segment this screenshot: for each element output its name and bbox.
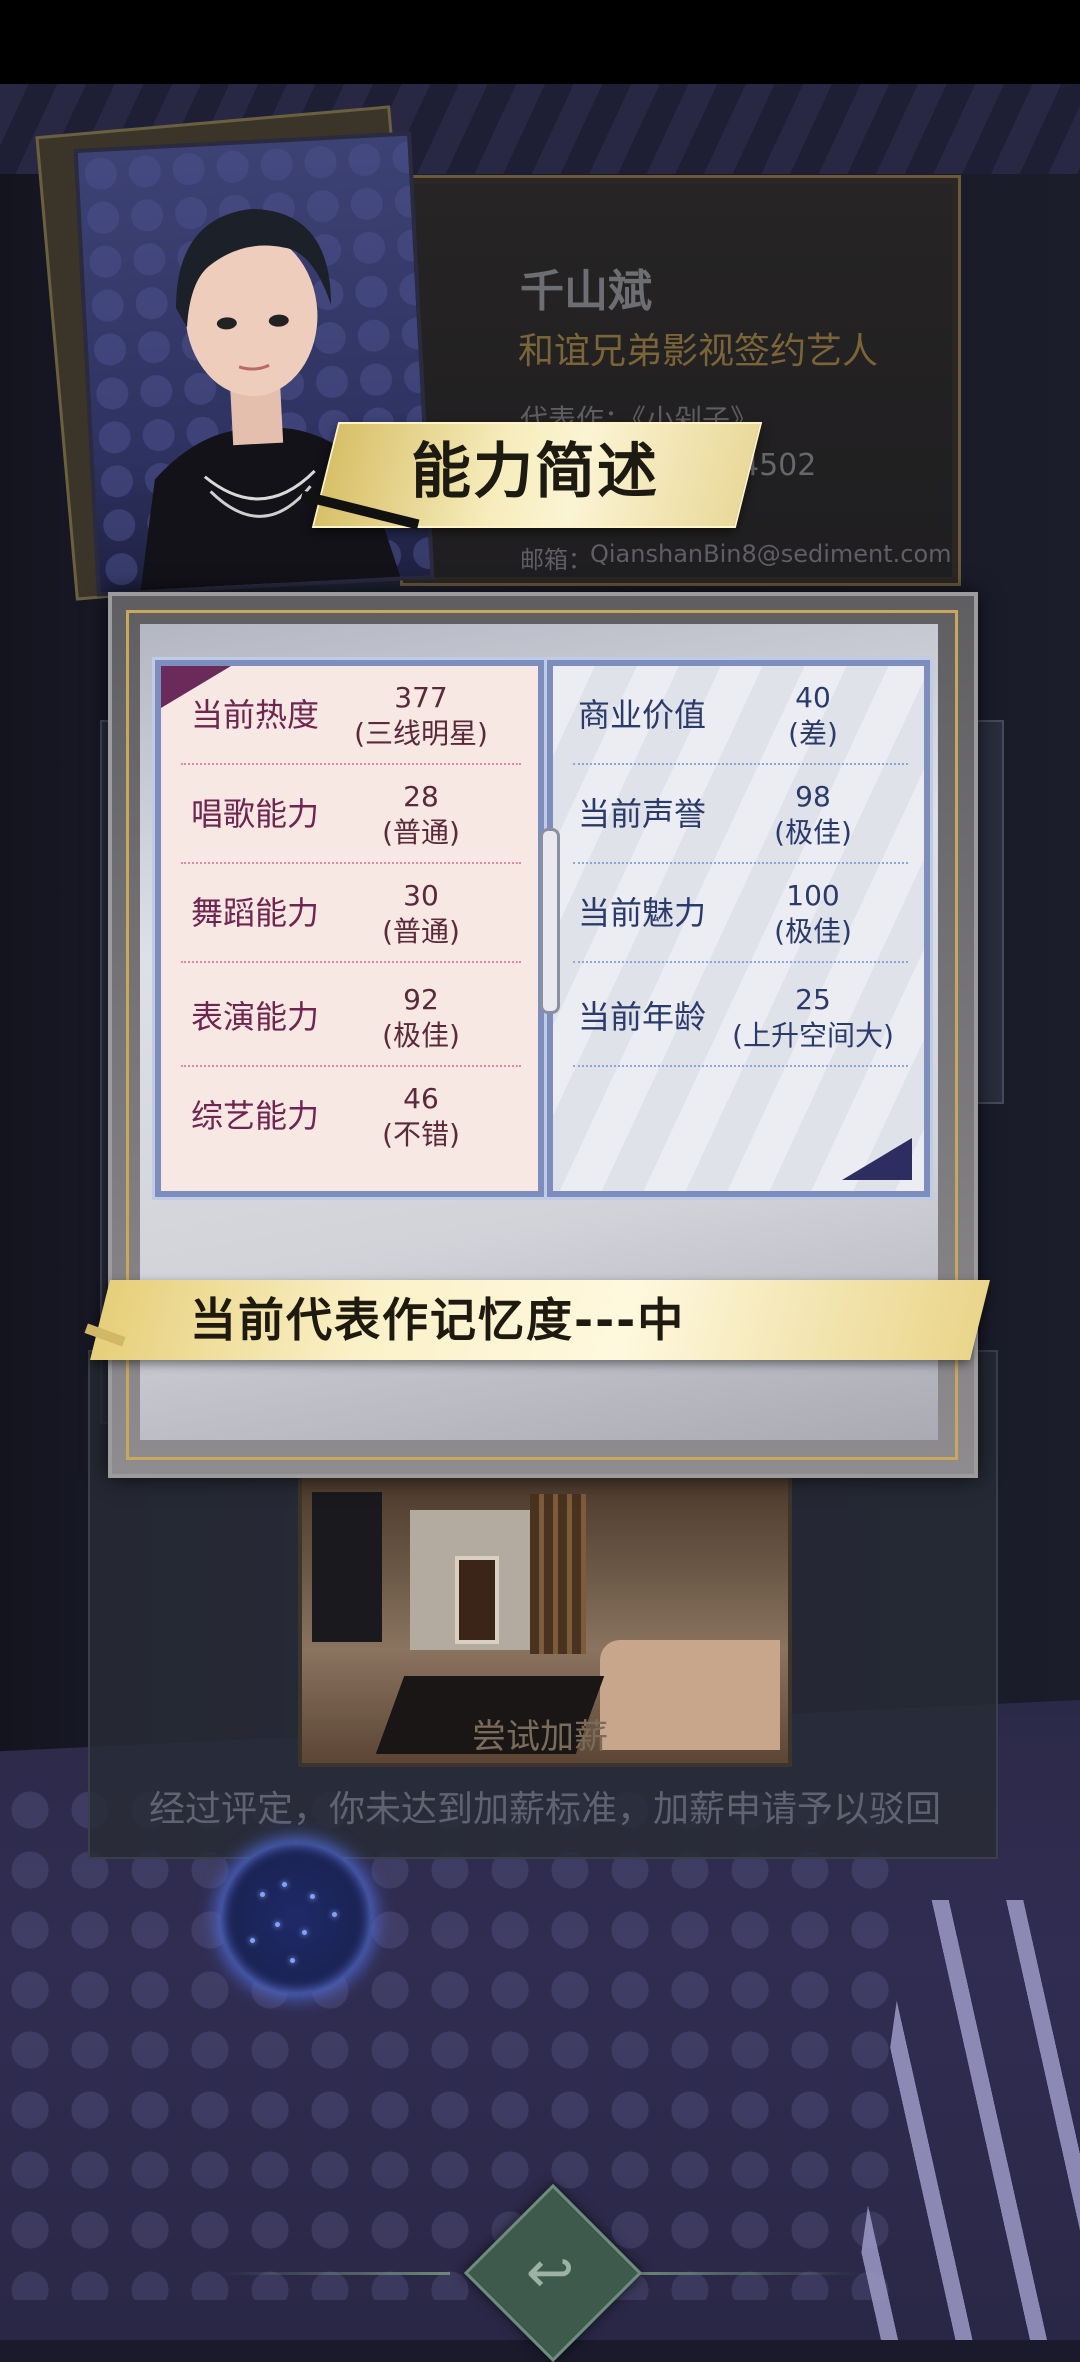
orb-sparkle xyxy=(275,1922,280,1927)
stat-grade: (差) xyxy=(788,717,838,750)
stat-label: 舞蹈能力 xyxy=(191,894,320,932)
stat-value-block: 40 (差) xyxy=(713,680,913,752)
back-arrow-icon[interactable]: ↩ xyxy=(510,2232,590,2312)
stats-right-corner-ornament xyxy=(842,1138,912,1180)
orb-sparkle xyxy=(290,1958,295,1963)
row-divider xyxy=(573,961,908,963)
stat-grade: (三线明星) xyxy=(354,717,488,750)
scene-wood-panels xyxy=(530,1494,586,1654)
row-divider xyxy=(573,1065,908,1067)
stat-value-block: 28 (普通) xyxy=(331,779,511,851)
profile-name: 千山斌 xyxy=(520,266,652,317)
stat-row: 当前声誉 98 (极佳) xyxy=(553,765,924,864)
try-raise-button[interactable]: 尝试加薪 xyxy=(440,1712,640,1762)
stat-value-block: 46 (不错) xyxy=(331,1081,511,1153)
stat-value-block: 25 (上升空间大) xyxy=(713,982,913,1054)
stat-grade: (不错) xyxy=(382,1118,460,1151)
stat-label: 商业价值 xyxy=(578,696,707,734)
orb-sparkle xyxy=(302,1930,307,1935)
stat-grade: (极佳) xyxy=(382,1019,460,1052)
section-title: 能力简述 xyxy=(411,437,659,507)
scene-door xyxy=(455,1556,499,1644)
stat-grade: (普通) xyxy=(382,816,460,849)
stat-value: 25 xyxy=(795,983,831,1016)
stat-grade: (普通) xyxy=(382,915,460,948)
stat-value: 100 xyxy=(786,879,840,912)
stat-label: 当前年龄 xyxy=(578,998,707,1036)
stat-label: 当前魅力 xyxy=(578,894,707,932)
memory-level-text: 当前代表作记忆度---中 xyxy=(190,1293,686,1347)
stat-label: 唱歌能力 xyxy=(191,795,320,833)
top-bar xyxy=(0,0,1080,84)
scene-tv xyxy=(312,1492,382,1642)
stat-row: 当前魅力 100 (极佳) xyxy=(553,864,924,963)
back-button-line-right xyxy=(632,2272,862,2275)
stat-value-block: 100 (极佳) xyxy=(713,878,913,950)
stat-value: 30 xyxy=(403,879,439,912)
raise-result-message: 经过评定，你未达到加薪标准，加薪申请予以驳回 xyxy=(148,1789,941,1830)
stat-value-block: 30 (普通) xyxy=(331,878,511,950)
stat-label: 综艺能力 xyxy=(191,1097,320,1135)
back-button-line-left xyxy=(220,2272,450,2275)
stat-value-block: 377 (三线明星) xyxy=(331,680,511,752)
stat-row: 舞蹈能力 30 (普通) xyxy=(161,864,538,963)
stat-value: 46 xyxy=(403,1082,439,1115)
stat-label: 当前声誉 xyxy=(578,795,707,833)
orb-sparkle xyxy=(250,1938,255,1943)
orb-sparkle xyxy=(260,1892,265,1897)
orb-sparkle xyxy=(332,1912,337,1917)
stat-value: 28 xyxy=(403,780,439,813)
stat-row: 当前年龄 25 (上升空间大) xyxy=(553,968,924,1067)
profile-email: QianshanBin8@sediment.com xyxy=(590,540,952,568)
stat-row: 表演能力 92 (极佳) xyxy=(161,968,538,1067)
constellation-orb[interactable] xyxy=(220,1842,372,1994)
stat-value: 377 xyxy=(394,681,448,714)
stat-grade: (极佳) xyxy=(774,915,852,948)
stat-grade: (极佳) xyxy=(774,816,852,849)
stat-value: 40 xyxy=(795,681,831,714)
profile-email-label: 邮箱： xyxy=(520,546,592,574)
row-divider xyxy=(181,961,521,963)
stat-label: 表演能力 xyxy=(191,998,320,1036)
stat-value-block: 92 (极佳) xyxy=(331,982,511,1054)
stats-left-corner-ornament xyxy=(161,666,231,708)
stat-value: 98 xyxy=(795,780,831,813)
orb-sparkle xyxy=(310,1894,315,1899)
orb-sparkle xyxy=(282,1882,287,1887)
stat-row: 商业价值 40 (差) xyxy=(553,666,924,765)
stat-row: 唱歌能力 28 (普通) xyxy=(161,765,538,864)
stats-scrollbar[interactable] xyxy=(540,828,560,1014)
stat-value-block: 98 (极佳) xyxy=(713,779,913,851)
stat-grade: (上升空间大) xyxy=(732,1019,894,1052)
stats-right-table: 商业价值 40 (差) 当前声誉 98 (极佳) 当前魅力 100 (极佳) 当前年龄… xyxy=(547,660,930,1197)
stat-value: 92 xyxy=(403,983,439,1016)
profile-title: 和谊兄弟影视签约艺人 xyxy=(518,331,879,372)
stat-row: 综艺能力 46 (不错) xyxy=(161,1067,538,1166)
stats-left-table: 当前热度 377 (三线明星) 唱歌能力 28 (普通) 舞蹈能力 30 (普通) 表… xyxy=(155,660,544,1197)
